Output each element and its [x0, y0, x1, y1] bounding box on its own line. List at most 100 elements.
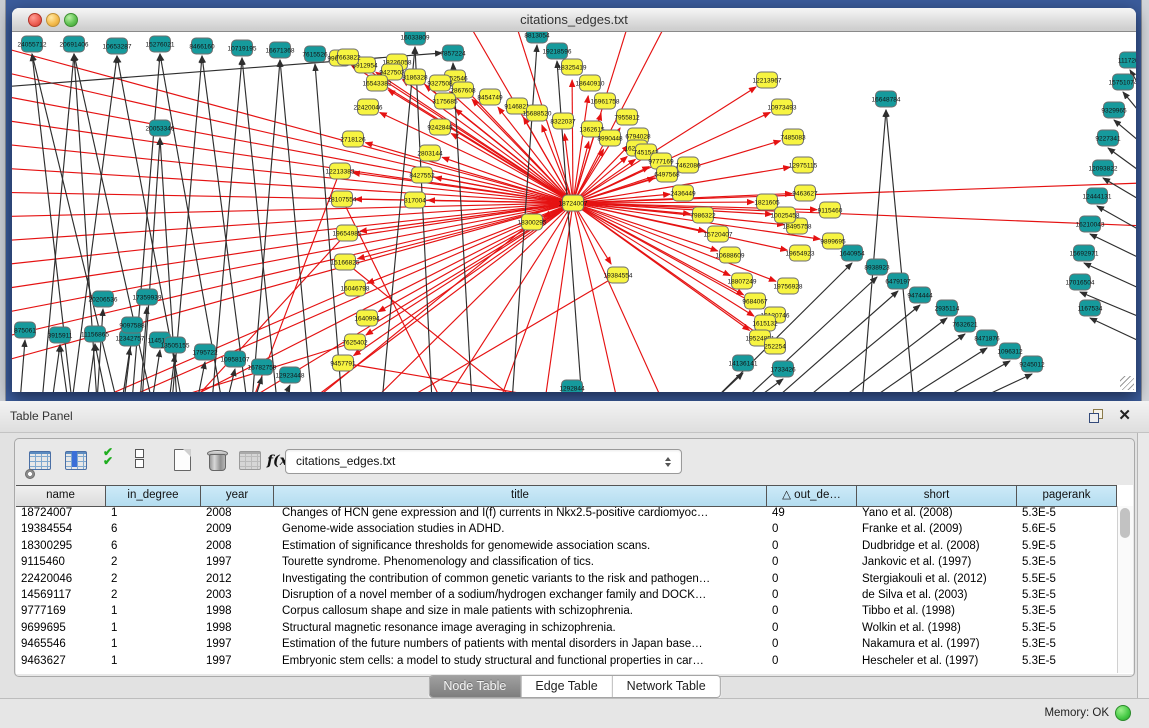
- network-canvas[interactable]: 24055712 20691406 10653287 15276021 8466160 1…: [12, 32, 1136, 392]
- graph-node[interactable]: 18807249: [728, 273, 757, 289]
- graph-node[interactable]: 13505155: [161, 337, 190, 353]
- graph-node[interactable]: 9899695: [820, 233, 846, 249]
- column-header-year[interactable]: year: [201, 486, 274, 506]
- graph-node[interactable]: 10958107: [221, 351, 250, 367]
- graph-node[interactable]: 1640954: [839, 245, 865, 261]
- new-table-icon[interactable]: [171, 448, 197, 476]
- graph-node[interactable]: 8466160: [189, 38, 215, 54]
- graph-node[interactable]: 10688609: [716, 247, 745, 263]
- graph-node[interactable]: 9245012: [1019, 356, 1045, 372]
- graph-node[interactable]: 7857224: [440, 45, 466, 61]
- row-boxes-icon[interactable]: [135, 448, 161, 476]
- graph-node[interactable]: 7632621: [952, 316, 978, 332]
- graph-node[interactable]: 16782759: [248, 359, 277, 375]
- graph-node[interactable]: 12923448: [276, 367, 305, 383]
- graph-node[interactable]: 3175685: [432, 93, 458, 109]
- graph-node[interactable]: 16046798: [341, 280, 370, 296]
- table-settings-icon[interactable]: [27, 448, 53, 476]
- graph-node[interactable]: 10973493: [768, 99, 797, 115]
- graph-node[interactable]: 17016504: [1066, 274, 1095, 290]
- graph-node[interactable]: 8427552: [409, 167, 435, 183]
- column-header-title[interactable]: title: [274, 486, 767, 506]
- graph-node[interactable]: 2803144: [417, 145, 443, 161]
- graph-node[interactable]: 19218596: [543, 43, 572, 59]
- graph-node[interactable]: 9097588: [119, 317, 145, 333]
- tab-network-table[interactable]: Network Table: [613, 676, 720, 697]
- memory-status-indicator[interactable]: [1115, 705, 1131, 721]
- graph-node[interactable]: 19654985: [333, 225, 362, 241]
- graph-node[interactable]: 7462086: [675, 157, 701, 173]
- graph-node[interactable]: 12975115: [789, 157, 818, 173]
- graph-node[interactable]: 19756928: [774, 278, 803, 294]
- graph-node[interactable]: 1640994: [354, 310, 380, 326]
- network-window[interactable]: citations_edges.txt 24055712 20691406 1065…: [12, 8, 1136, 392]
- graph-node[interactable]: 16033809: [401, 32, 430, 45]
- graph-node[interactable]: 7986322: [690, 207, 716, 223]
- graph-node[interactable]: 12444131: [1083, 188, 1112, 204]
- graph-node[interactable]: 2436449: [670, 185, 696, 201]
- table-row[interactable]: 1830029562008Estimation of significance …: [16, 539, 1117, 555]
- graph-node[interactable]: 22420046: [354, 99, 383, 115]
- graph-node[interactable]: 6479197: [885, 273, 911, 289]
- graph-node[interactable]: 20206536: [89, 291, 118, 307]
- column-header-name[interactable]: name: [16, 486, 106, 506]
- graph-node[interactable]: 15751074: [1109, 74, 1136, 90]
- graph-node[interactable]: 7955812: [614, 109, 640, 125]
- graph-node[interactable]: 9457791: [330, 355, 356, 371]
- graph-node[interactable]: 9463627: [792, 185, 818, 201]
- graph-node[interactable]: 15166825: [331, 254, 360, 270]
- graph-node[interactable]: 15276021: [146, 36, 175, 52]
- graph-node[interactable]: 18107554: [328, 191, 357, 207]
- column-header-out_de[interactable]: △ out_de…: [767, 486, 857, 506]
- table-vertical-scrollbar[interactable]: [1117, 506, 1133, 673]
- graph-node[interactable]: 1615132: [752, 315, 778, 331]
- delete-table-icon[interactable]: [205, 448, 231, 476]
- graph-node[interactable]: 15720407: [704, 226, 733, 242]
- graph-node[interactable]: 1292844: [559, 380, 585, 392]
- close-panel-icon[interactable]: ✕: [1118, 406, 1131, 424]
- graph-node[interactable]: 18640910: [576, 75, 605, 91]
- graph-node[interactable]: 9327508: [427, 75, 453, 91]
- graph-node[interactable]: 9684067: [742, 293, 768, 309]
- graph-node[interactable]: 17359939: [133, 289, 162, 305]
- graph-node[interactable]: 9115460: [818, 202, 843, 218]
- graph-node[interactable]: 1117205: [1118, 52, 1136, 68]
- graph-node[interactable]: 9227341: [1095, 130, 1121, 146]
- graph-node[interactable]: 16671368: [266, 42, 295, 58]
- network-window-titlebar[interactable]: citations_edges.txt: [12, 8, 1136, 32]
- table-row[interactable]: 946362711997Embryonic stem cells: a mode…: [16, 654, 1117, 670]
- graph-node[interactable]: 8938923: [864, 259, 890, 275]
- tab-node-table[interactable]: Node Table: [429, 676, 521, 697]
- graph-node[interactable]: 9329965: [1101, 102, 1127, 118]
- table-row[interactable]: 1872400712008Changes of HCN gene express…: [16, 506, 1117, 522]
- graph-node[interactable]: 10653287: [103, 38, 132, 54]
- graph-node[interactable]: 12093822: [1089, 160, 1118, 176]
- column-select-icon[interactable]: [63, 448, 89, 476]
- graph-node[interactable]: 1167534: [1078, 300, 1103, 316]
- table-row[interactable]: 969969511998Structural magnetic resonanc…: [16, 621, 1117, 637]
- graph-node[interactable]: 19654923: [786, 245, 815, 261]
- select-all-check-icon[interactable]: ✔✔: [103, 448, 129, 476]
- scrollbar-thumb[interactable]: [1120, 508, 1130, 538]
- window-resize-grip[interactable]: [1120, 376, 1134, 390]
- graph-node[interactable]: 7615526: [302, 46, 328, 62]
- table-row[interactable]: 977716911998Corpus callosum shape and si…: [16, 604, 1117, 620]
- table-row[interactable]: 911546021997Tourette syndrome. Phenomeno…: [16, 555, 1117, 571]
- graph-node[interactable]: 10719195: [228, 40, 257, 56]
- graph-node[interactable]: 20691406: [60, 36, 89, 52]
- graph-node[interactable]: 24055712: [18, 36, 47, 52]
- graph-node[interactable]: 16210043: [1076, 216, 1105, 232]
- graph-node[interactable]: 317004: [404, 192, 426, 208]
- graph-node[interactable]: 8813054: [524, 32, 550, 43]
- graph-node[interactable]: 9474444: [907, 287, 933, 303]
- table-row[interactable]: 1456911722003Disruption of a novel membe…: [16, 588, 1117, 604]
- graph-node[interactable]: 2935114: [935, 300, 960, 316]
- graph-node[interactable]: 2718126: [340, 131, 366, 147]
- graph-node[interactable]: 1096312: [997, 343, 1023, 359]
- graph-node[interactable]: 10025458: [771, 207, 800, 223]
- graph-node[interactable]: 20053346: [146, 120, 175, 136]
- graph-node[interactable]: 252254: [764, 338, 786, 354]
- graph-node[interactable]: 15688520: [523, 105, 552, 121]
- graph-hub-node[interactable]: 18724007: [559, 195, 588, 211]
- graph-node[interactable]: 8471876: [974, 330, 1000, 346]
